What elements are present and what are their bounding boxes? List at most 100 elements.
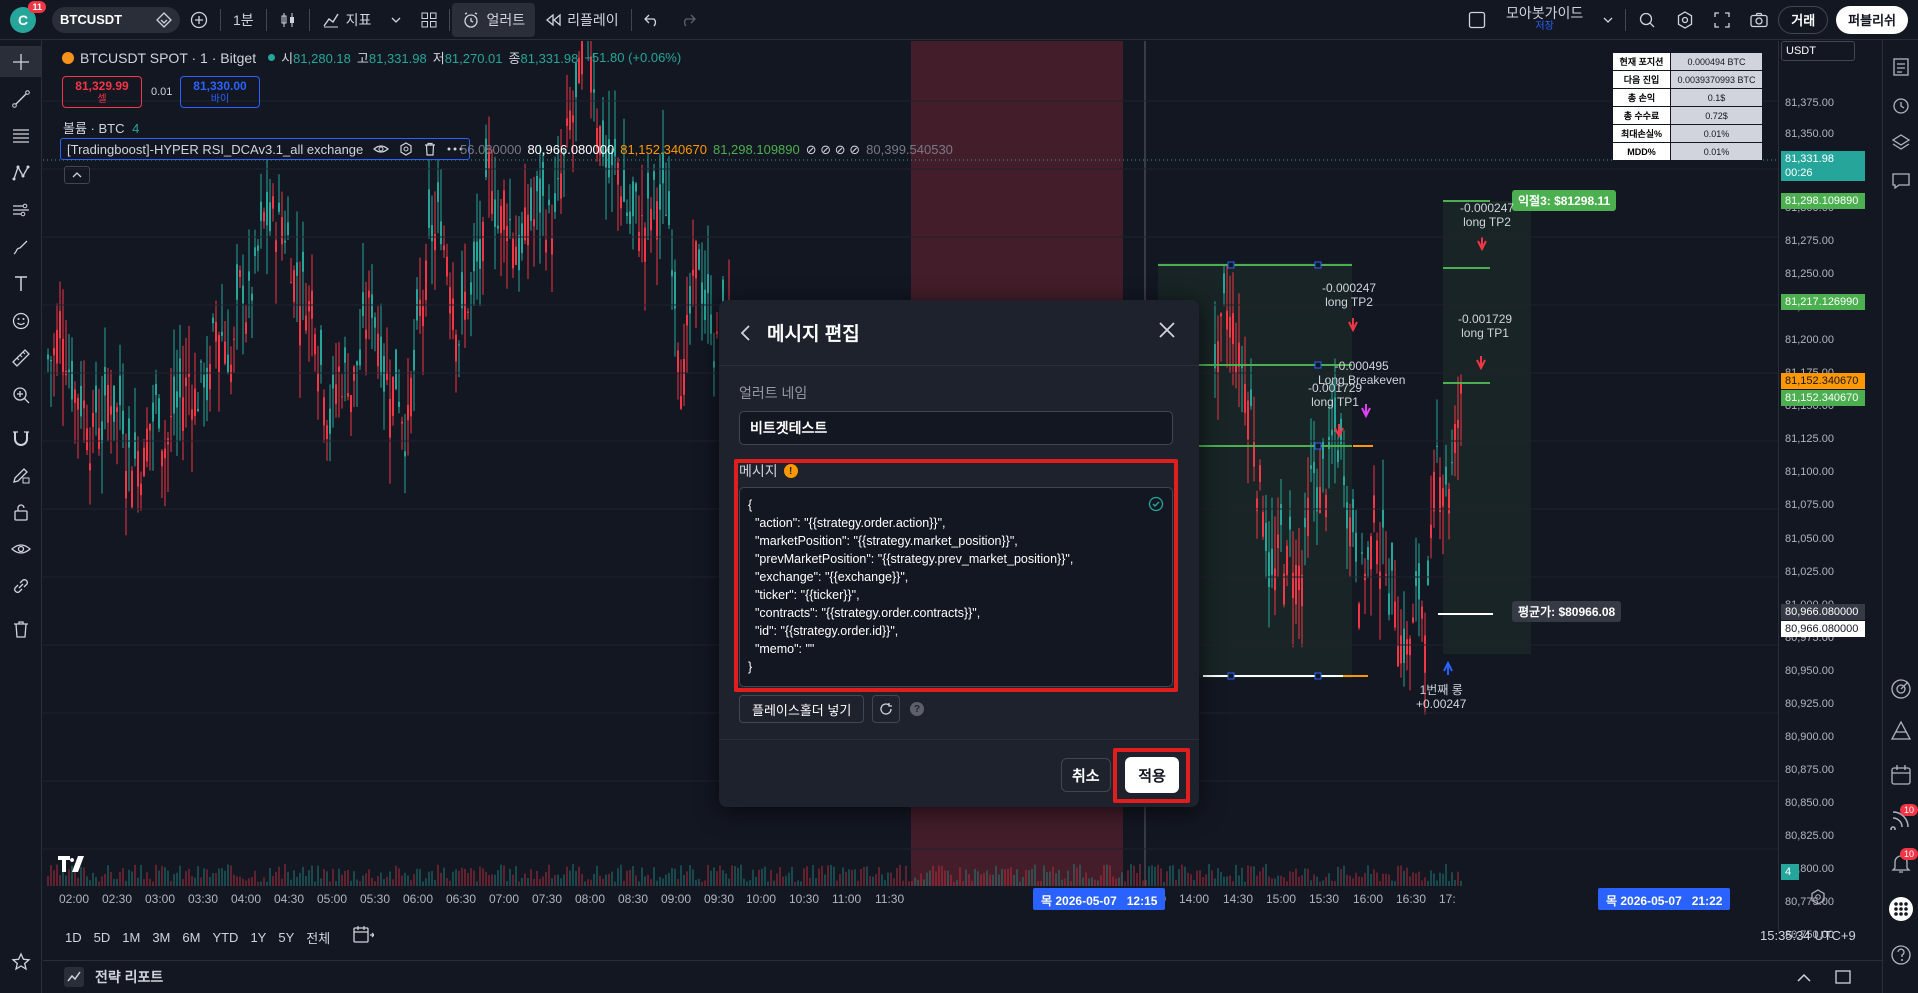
text-tool[interactable] bbox=[0, 268, 42, 299]
chats-button[interactable] bbox=[1883, 162, 1918, 200]
redo-button[interactable] bbox=[670, 0, 706, 40]
indicators-button[interactable]: 지표 bbox=[312, 0, 382, 40]
volume-bar bbox=[1388, 874, 1390, 886]
range-5D[interactable]: 5D bbox=[88, 930, 117, 945]
sync-drawings-tool[interactable] bbox=[0, 570, 42, 601]
range-1D[interactable]: 1D bbox=[43, 930, 88, 945]
lock-tool[interactable] bbox=[0, 496, 42, 527]
goto-date-button[interactable] bbox=[352, 925, 374, 945]
snapshot-button[interactable] bbox=[1740, 0, 1778, 40]
candle-body bbox=[410, 377, 412, 417]
compare-symbol-icon[interactable] bbox=[156, 11, 172, 28]
crosshair-tool[interactable] bbox=[0, 46, 42, 77]
range-1Y[interactable]: 1Y bbox=[244, 930, 272, 945]
volume-bar bbox=[356, 879, 358, 886]
chart-type-button[interactable] bbox=[269, 0, 307, 40]
zoom-tool[interactable] bbox=[0, 379, 42, 410]
indicator-legend-row[interactable]: [Tradingboost]-HYPER RSI_DCAv3.1_all exc… bbox=[60, 138, 471, 160]
alerts-panel-button[interactable] bbox=[1883, 86, 1918, 124]
stats-key: 다음 진입 bbox=[1612, 70, 1671, 89]
pattern-tool[interactable] bbox=[0, 157, 42, 188]
currency-select[interactable]: USDT bbox=[1781, 41, 1855, 61]
indicators-dropdown[interactable] bbox=[381, 0, 411, 40]
volume-bar bbox=[839, 873, 841, 886]
close-button[interactable] bbox=[1157, 320, 1177, 340]
line-handle[interactable] bbox=[1314, 442, 1322, 450]
range-6M[interactable]: 6M bbox=[176, 930, 206, 945]
ruler-tool[interactable] bbox=[0, 342, 42, 373]
indicator-name[interactable]: [Tradingboost]-HYPER RSI_DCAv3.1_all exc… bbox=[67, 142, 363, 157]
quick-search-button[interactable] bbox=[1628, 0, 1666, 40]
sell-button[interactable]: 81,329.99 셀 bbox=[62, 76, 142, 108]
hide-drawings-tool[interactable] bbox=[0, 533, 42, 564]
insert-placeholder-button[interactable]: 플레이스홀더 넣기 bbox=[739, 695, 865, 723]
layout-dropdown[interactable] bbox=[1593, 0, 1623, 40]
axis-settings-button[interactable] bbox=[1810, 889, 1826, 905]
strategy-report-tab[interactable]: 전략 리포트 bbox=[95, 967, 163, 987]
trash-icon[interactable] bbox=[423, 142, 437, 156]
collapse-panel-button[interactable] bbox=[1796, 969, 1856, 985]
utc-clock[interactable]: 15:35:34 UTC+9 bbox=[1760, 928, 1856, 943]
time-tick: 10:00 bbox=[746, 892, 777, 906]
cancel-button[interactable]: 취소 bbox=[1061, 758, 1111, 792]
buy-button[interactable]: 81,330.00 바이 bbox=[180, 76, 260, 108]
calendar-button[interactable] bbox=[1883, 756, 1918, 794]
user-avatar[interactable]: C 11 bbox=[10, 0, 46, 33]
help-icon[interactable]: ? bbox=[910, 702, 924, 716]
magnet-tool[interactable] bbox=[0, 422, 42, 453]
brush-tool[interactable] bbox=[0, 231, 42, 262]
remove-drawings-tool[interactable] bbox=[0, 613, 42, 644]
fib-tool[interactable] bbox=[0, 120, 42, 151]
interval-button[interactable]: 1분 bbox=[223, 0, 264, 40]
layout-checkbox[interactable] bbox=[1458, 0, 1496, 40]
fullscreen-button[interactable] bbox=[1704, 0, 1740, 40]
alert-name-input[interactable]: 비트겟테스트 bbox=[739, 411, 1173, 445]
gear-icon[interactable] bbox=[399, 142, 413, 156]
range-5Y[interactable]: 5Y bbox=[272, 930, 300, 945]
collapse-legend-button[interactable] bbox=[64, 166, 90, 184]
range-3M[interactable]: 3M bbox=[146, 930, 176, 945]
back-button[interactable] bbox=[739, 324, 753, 341]
volume-bar bbox=[1340, 869, 1342, 886]
ideas-button[interactable] bbox=[1883, 670, 1918, 708]
legend-title[interactable]: BTCUSDT SPOT · 1 · Bitget bbox=[80, 50, 256, 66]
layout-name-button[interactable]: 모아봇가이드 저장 bbox=[1496, 0, 1593, 40]
line-handle[interactable] bbox=[1227, 672, 1235, 680]
watchlist-star[interactable] bbox=[0, 946, 42, 977]
line-handle[interactable] bbox=[1314, 672, 1322, 680]
pine-button[interactable] bbox=[1883, 712, 1918, 750]
emoji-tool[interactable] bbox=[0, 305, 42, 336]
price-scale[interactable]: USDT81,375.0081,350.0081,300.0081,275.00… bbox=[1778, 41, 1882, 941]
reset-button[interactable] bbox=[872, 695, 900, 723]
news-button[interactable]: 10 bbox=[1883, 800, 1918, 838]
add-symbol-button[interactable] bbox=[180, 0, 218, 40]
range-전체[interactable]: 전체 bbox=[300, 928, 336, 947]
notifications-button[interactable]: 10 bbox=[1883, 844, 1918, 882]
volume-bar bbox=[383, 879, 385, 886]
forecast-tool[interactable] bbox=[0, 194, 42, 225]
trendline-tool[interactable] bbox=[0, 83, 42, 114]
volume-bar bbox=[305, 876, 307, 886]
range-YTD[interactable]: YTD bbox=[206, 930, 244, 945]
volume-bar bbox=[365, 873, 367, 886]
symbol-search[interactable]: BTCUSDT bbox=[52, 6, 180, 33]
volume-bar bbox=[1061, 879, 1063, 886]
data-window-button[interactable] bbox=[1883, 124, 1918, 162]
publish-button[interactable]: 퍼블리쉬 bbox=[1836, 5, 1908, 34]
time-axis[interactable]: 02:00 02:30 03:00 03:30 04:00 04:30 05:00 05:30… bbox=[43, 888, 1778, 910]
trade-button[interactable]: 거래 bbox=[1778, 5, 1829, 34]
templates-button[interactable] bbox=[411, 0, 447, 40]
eye-icon[interactable] bbox=[373, 143, 390, 155]
apps-button[interactable] bbox=[1883, 890, 1918, 928]
volume-bar bbox=[1097, 880, 1099, 886]
undo-button[interactable] bbox=[634, 0, 670, 40]
line-handle[interactable] bbox=[1227, 261, 1235, 269]
settings-button[interactable] bbox=[1666, 0, 1704, 40]
lock-drawings-pencil-tool[interactable] bbox=[0, 459, 42, 490]
watchlist-button[interactable] bbox=[1883, 48, 1918, 86]
range-1M[interactable]: 1M bbox=[116, 930, 146, 945]
line-handle[interactable] bbox=[1314, 261, 1322, 269]
help-button[interactable] bbox=[1883, 936, 1918, 974]
alerts-button[interactable]: 얼러트 bbox=[452, 2, 536, 37]
replay-button[interactable]: 리플레이 bbox=[535, 0, 629, 40]
